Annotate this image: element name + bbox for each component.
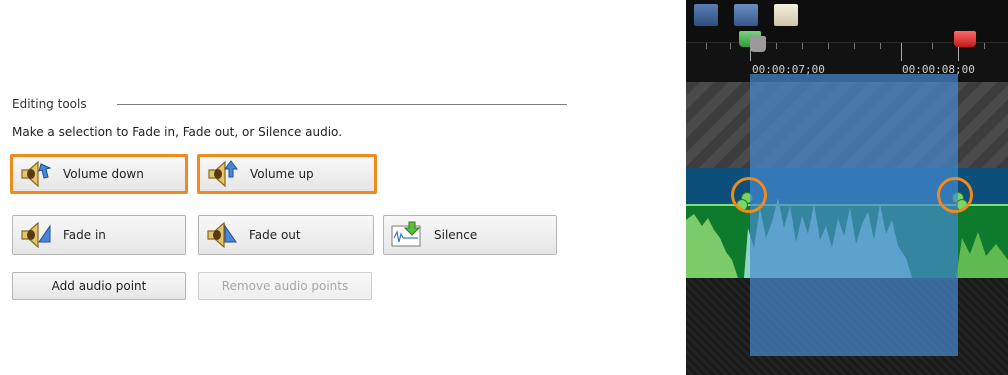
editing-tools-panel: Editing tools Make a selection to Fade i… <box>0 0 600 375</box>
playhead-icon[interactable] <box>750 36 766 52</box>
selection-end-handle[interactable] <box>954 31 976 47</box>
remove-audio-points-button[interactable]: Remove audio points <box>198 272 372 300</box>
timeline-cut-icon[interactable] <box>734 4 758 26</box>
silence-button[interactable]: Silence <box>383 215 557 255</box>
fade-out-label: Fade out <box>249 228 301 242</box>
group-divider <box>117 104 567 105</box>
silence-label: Silence <box>434 228 478 242</box>
editing-tools-title: Editing tools <box>12 97 87 111</box>
fade-in-label: Fade in <box>63 228 106 242</box>
remove-audio-points-label: Remove audio points <box>221 279 349 293</box>
speaker-fade-in-icon <box>21 221 51 249</box>
timeline-panel[interactable]: 00:00:07;00 00:00:08;00 <box>686 0 1008 375</box>
fade-out-button[interactable]: Fade out <box>198 215 374 255</box>
add-audio-point-label: Add audio point <box>51 279 147 293</box>
timeline-paste-icon[interactable] <box>774 4 798 26</box>
volume-down-button[interactable]: Volume down <box>10 154 188 194</box>
timeline-selection[interactable] <box>750 74 958 356</box>
audio-point-highlight-right <box>937 177 973 213</box>
timeline-split-icon[interactable] <box>694 4 718 26</box>
volume-down-label: Volume down <box>63 167 144 181</box>
speaker-volume-down-icon <box>21 160 52 188</box>
speaker-volume-up-icon <box>208 160 238 188</box>
volume-up-button[interactable]: Volume up <box>197 154 377 194</box>
fade-in-button[interactable]: Fade in <box>12 215 186 255</box>
editing-hint: Make a selection to Fade in, Fade out, o… <box>12 125 343 139</box>
speaker-fade-out-icon <box>207 221 237 249</box>
add-audio-point-button[interactable]: Add audio point <box>12 272 186 300</box>
audio-point-highlight-left <box>731 177 767 213</box>
silence-waveform-icon <box>391 221 421 247</box>
volume-up-label: Volume up <box>250 167 314 181</box>
